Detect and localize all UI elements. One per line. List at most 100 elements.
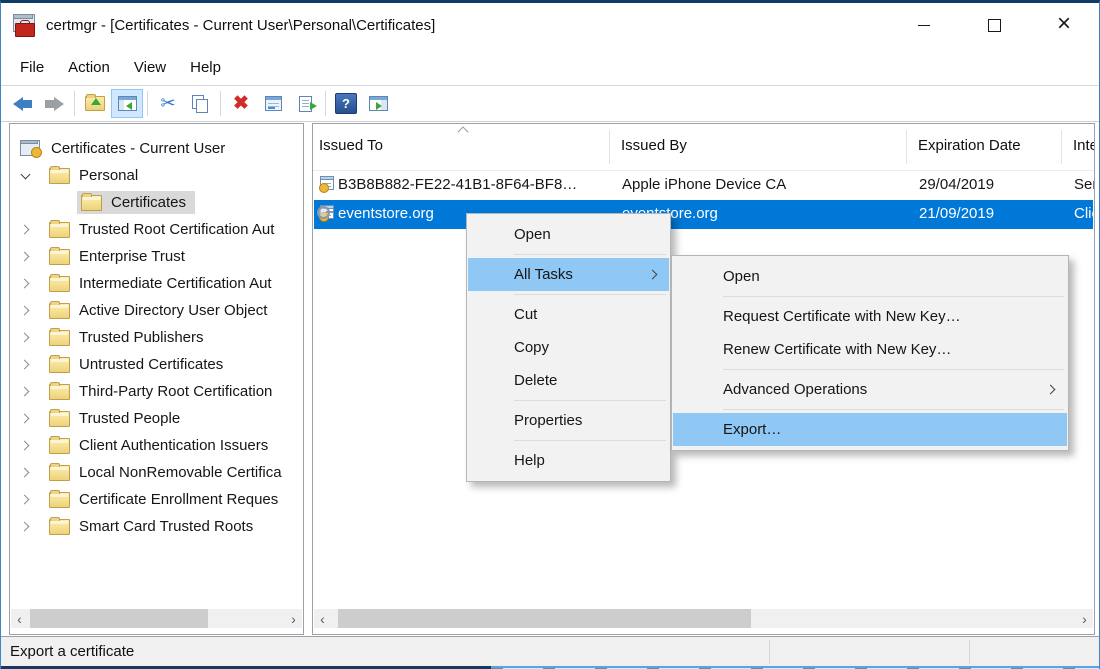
- submenu-renew-certificate[interactable]: Renew Certificate with New Key…: [673, 333, 1067, 366]
- column-header-expiration-date[interactable]: Expiration Date: [918, 137, 1021, 154]
- submenu-open[interactable]: Open: [673, 260, 1067, 293]
- chevron-right-icon[interactable]: [18, 493, 32, 507]
- help-button[interactable]: ?: [330, 89, 362, 118]
- tree-item-certificates-current-user[interactable]: Certificates - Current User: [10, 135, 303, 162]
- all-tasks-submenu: Open Request Certificate with New Key… R…: [671, 255, 1069, 451]
- tree-horizontal-scrollbar[interactable]: ‹ ›: [11, 609, 302, 628]
- up-one-level-icon: [85, 96, 105, 111]
- chevron-right-icon[interactable]: [18, 331, 32, 345]
- context-menu-cut[interactable]: Cut: [468, 298, 669, 331]
- show-hide-action-pane-button[interactable]: [362, 89, 394, 118]
- context-menu-delete[interactable]: Delete: [468, 364, 669, 397]
- menu-action[interactable]: Action: [56, 50, 122, 85]
- tree-item-personal[interactable]: Personal: [10, 162, 303, 189]
- forward-button[interactable]: [38, 89, 70, 118]
- context-menu-all-tasks[interactable]: All Tasks: [468, 258, 669, 291]
- cell-expiration-date: 21/09/2019: [919, 205, 1059, 222]
- folder-icon: [49, 519, 70, 535]
- tree-item-trusted-publishers[interactable]: Trusted Publishers: [10, 324, 303, 351]
- tree-item-cert-enrollment-requests[interactable]: Certificate Enrollment Reques: [10, 486, 303, 513]
- submenu-advanced-operations[interactable]: Advanced Operations: [673, 373, 1067, 406]
- chevron-right-icon[interactable]: [18, 250, 32, 264]
- column-header-issued-by[interactable]: Issued By: [621, 137, 687, 154]
- scrollbar-thumb[interactable]: [30, 609, 208, 628]
- column-divider[interactable]: [609, 130, 610, 164]
- menu-view[interactable]: View: [122, 50, 178, 85]
- delete-button[interactable]: ✖: [225, 89, 257, 118]
- tree-item-trusted-root[interactable]: Trusted Root Certification Aut: [10, 216, 303, 243]
- column-divider[interactable]: [906, 130, 907, 164]
- tree-item-active-directory[interactable]: Active Directory User Object: [10, 297, 303, 324]
- submenu-arrow-icon: [1046, 385, 1056, 395]
- list-horizontal-scrollbar[interactable]: ‹ ›: [314, 609, 1093, 628]
- tree-item-smart-card-trusted-roots[interactable]: Smart Card Trusted Roots: [10, 513, 303, 540]
- show-hide-console-tree-button[interactable]: [111, 89, 143, 118]
- scroll-right-arrow[interactable]: ›: [1076, 609, 1093, 628]
- chevron-right-icon[interactable]: [18, 520, 32, 534]
- column-divider[interactable]: [1061, 130, 1062, 164]
- menu-file[interactable]: File: [8, 50, 56, 85]
- tree-item-trusted-people[interactable]: Trusted People: [10, 405, 303, 432]
- minimize-icon: [918, 25, 930, 26]
- tree-item-intermediate[interactable]: Intermediate Certification Aut: [10, 270, 303, 297]
- menu-separator: [723, 296, 1064, 297]
- cell-intended-purposes: Serv: [1074, 176, 1095, 193]
- chevron-right-icon[interactable]: [18, 277, 32, 291]
- submenu-request-certificate[interactable]: Request Certificate with New Key…: [673, 300, 1067, 333]
- close-button[interactable]: ×: [1029, 3, 1099, 48]
- delete-icon: ✖: [233, 94, 249, 113]
- chevron-right-icon[interactable]: [18, 358, 32, 372]
- back-button[interactable]: [6, 89, 38, 118]
- cell-intended-purposes: Clie: [1074, 205, 1095, 222]
- chevron-right-icon[interactable]: [18, 304, 32, 318]
- column-header-intended-purposes[interactable]: Inte: [1073, 137, 1095, 154]
- tree-item-untrusted-certificates[interactable]: Untrusted Certificates: [10, 351, 303, 378]
- window-title: certmgr - [Certificates - Current User\P…: [46, 17, 435, 34]
- copy-icon: [191, 95, 209, 112]
- context-menu-open[interactable]: Open: [468, 218, 669, 251]
- properties-button[interactable]: [257, 89, 289, 118]
- toolbar-separator: [74, 91, 75, 116]
- tree-item-third-party-root[interactable]: Third-Party Root Certification: [10, 378, 303, 405]
- folder-icon: [49, 330, 70, 346]
- chevron-right-icon[interactable]: [18, 385, 32, 399]
- help-icon: ?: [335, 93, 357, 114]
- up-one-level-button[interactable]: [79, 89, 111, 118]
- tree-item-client-auth-issuers[interactable]: Client Authentication Issuers: [10, 432, 303, 459]
- tree-item-local-nonremovable[interactable]: Local NonRemovable Certifica: [10, 459, 303, 486]
- tree-item-label: Intermediate Certification Aut: [79, 275, 272, 292]
- export-list-button[interactable]: [289, 89, 321, 118]
- context-menu-copy[interactable]: Copy: [468, 331, 669, 364]
- chevron-right-icon[interactable]: [18, 439, 32, 453]
- status-divider: [969, 640, 970, 664]
- certificate-row-eventstore[interactable]: eventstore.org eventstore.org 21/09/2019…: [314, 200, 1093, 229]
- menu-help[interactable]: Help: [178, 50, 233, 85]
- scroll-left-arrow[interactable]: ‹: [11, 609, 28, 628]
- scrollbar-thumb[interactable]: [338, 609, 751, 628]
- minimize-button[interactable]: [889, 3, 959, 48]
- tree-item-certificates[interactable]: Certificates: [10, 189, 303, 216]
- cut-button[interactable]: ✂: [152, 89, 184, 118]
- scroll-right-arrow[interactable]: ›: [285, 609, 302, 628]
- maximize-button[interactable]: [959, 3, 1029, 48]
- chevron-right-icon[interactable]: [18, 466, 32, 480]
- tree-item-enterprise-trust[interactable]: Enterprise Trust: [10, 243, 303, 270]
- column-header-issued-to[interactable]: Issued To: [319, 137, 383, 154]
- context-menu-properties[interactable]: Properties: [468, 404, 669, 437]
- tree-item-label: Untrusted Certificates: [79, 356, 223, 373]
- chevron-right-icon[interactable]: [18, 223, 32, 237]
- chevron-down-icon[interactable]: [18, 169, 32, 183]
- certificate-tree: Certificates - Current User Personal Cer…: [10, 135, 303, 540]
- copy-button[interactable]: [184, 89, 216, 118]
- menu-item-label: All Tasks: [514, 266, 573, 283]
- folder-icon: [49, 276, 70, 292]
- folder-icon: [49, 411, 70, 427]
- certificate-row-b3b8b882[interactable]: B3B8B882-FE22-41B1-8F64-BF8… Apple iPhon…: [314, 171, 1093, 200]
- context-menu: Open All Tasks Cut Copy Delete Propertie…: [466, 213, 671, 482]
- context-menu-help[interactable]: Help: [468, 444, 669, 477]
- submenu-export[interactable]: Export…: [673, 413, 1067, 446]
- chevron-right-icon[interactable]: [18, 412, 32, 426]
- folder-icon: [49, 492, 70, 508]
- scroll-left-arrow[interactable]: ‹: [314, 609, 331, 628]
- tree-item-label: Enterprise Trust: [79, 248, 185, 265]
